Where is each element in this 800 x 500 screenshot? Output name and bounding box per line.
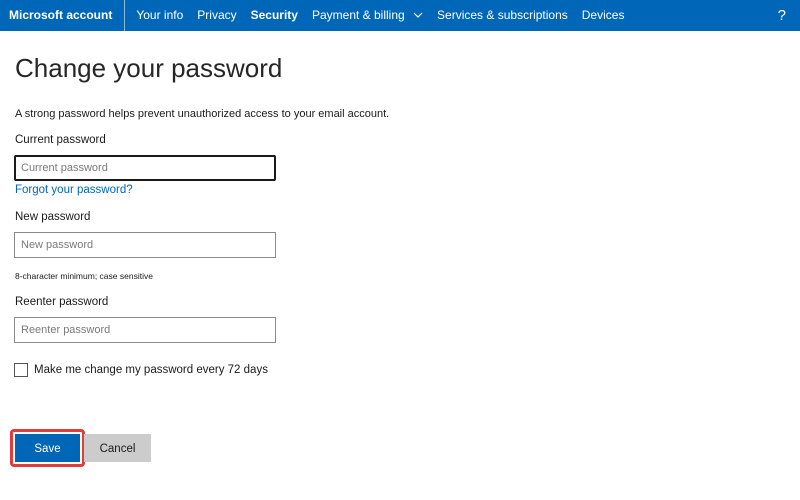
- reenter-password-label: Reenter password: [15, 296, 109, 308]
- current-password-label: Current password: [15, 134, 106, 146]
- save-button[interactable]: Save: [15, 434, 80, 462]
- expire-password-checkbox[interactable]: [14, 363, 28, 377]
- nav-security[interactable]: Security: [244, 0, 305, 31]
- nav-devices[interactable]: Devices: [575, 0, 632, 31]
- expire-password-label: Make me change my password every 72 days: [34, 364, 268, 376]
- current-password-input[interactable]: [14, 155, 276, 181]
- password-hint: 8-character minimum; case sensitive: [15, 271, 153, 281]
- nav-your-info[interactable]: Your info: [129, 0, 190, 31]
- nav-privacy[interactable]: Privacy: [190, 0, 243, 31]
- new-password-input[interactable]: [14, 232, 276, 258]
- expire-password-checkbox-row[interactable]: Make me change my password every 72 days: [14, 363, 268, 377]
- page-title: Change your password: [15, 53, 283, 83]
- nav-services-subscriptions[interactable]: Services & subscriptions: [430, 0, 575, 31]
- nav-payment-billing-label: Payment & billing: [311, 8, 405, 22]
- new-password-label: New password: [15, 211, 91, 223]
- chevron-down-icon: [413, 0, 423, 31]
- main-content: Change your password A strong password h…: [0, 31, 800, 500]
- cancel-button[interactable]: Cancel: [84, 434, 151, 462]
- forgot-password-link[interactable]: Forgot your password?: [15, 184, 133, 196]
- brand-link[interactable]: Microsoft account: [0, 0, 126, 31]
- nav-payment-billing[interactable]: Payment & billing: [305, 0, 430, 31]
- help-icon[interactable]: ?: [778, 0, 786, 31]
- page-description: A strong password helps prevent unauthor…: [15, 108, 390, 120]
- reenter-password-input[interactable]: [14, 317, 276, 343]
- top-nav-bar: Microsoft account Your info Privacy Secu…: [0, 0, 800, 31]
